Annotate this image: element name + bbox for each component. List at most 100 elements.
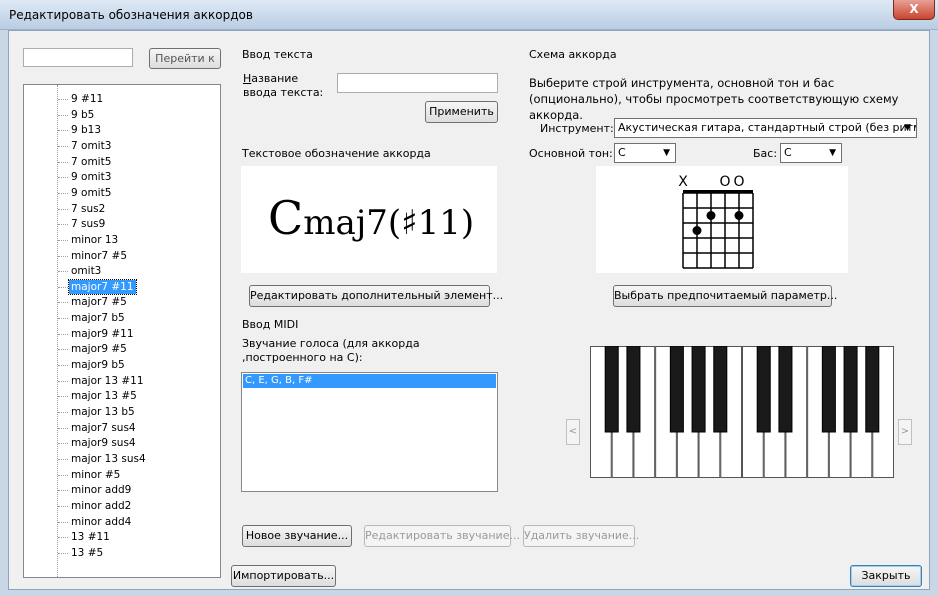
- tree-item[interactable]: 9 omit3: [69, 170, 113, 184]
- tree-branch-line: [58, 490, 68, 492]
- window-close-button[interactable]: X: [893, 0, 935, 20]
- tree-item[interactable]: minor 13: [69, 233, 120, 247]
- chord-suffix-tree[interactable]: 9 #11 9 b5 9 b13 7 omit3 7 omit5 9 omit3 9 omi…: [23, 84, 221, 578]
- string-markers: X OO: [678, 174, 744, 190]
- string-marker: O: [733, 174, 744, 190]
- chord-root: C: [268, 191, 304, 245]
- tree-branch-line: [58, 349, 68, 351]
- tree-item[interactable]: 7 sus2: [69, 202, 107, 216]
- tree-item[interactable]: 7 omit3: [69, 139, 113, 153]
- tree-item[interactable]: minor add2: [69, 499, 133, 513]
- choose-preferred-button[interactable]: Выбрать предпочитаемый параметр...: [613, 285, 837, 307]
- black-key[interactable]: [756, 345, 771, 433]
- tree-item[interactable]: major7 #11: [68, 278, 137, 295]
- close-button[interactable]: Закрыть: [850, 565, 922, 587]
- chevron-down-icon: ▼: [663, 148, 670, 158]
- tree-item[interactable]: 7 omit5: [69, 155, 113, 169]
- diagram-section-title: Схема аккорда: [529, 48, 617, 61]
- keyboard-scroll-right-button[interactable]: >: [898, 419, 912, 445]
- black-key[interactable]: [691, 345, 706, 433]
- tree-item[interactable]: 9 #11: [69, 92, 105, 106]
- string-marker: O: [719, 174, 730, 190]
- black-key[interactable]: [865, 345, 880, 433]
- chord-search-input[interactable]: [23, 48, 133, 67]
- keyboard-scroll-left-button[interactable]: <: [566, 419, 580, 445]
- bass-select-value: C: [784, 146, 792, 159]
- midi-section-title: Ввод MIDI: [242, 318, 299, 331]
- tree-item[interactable]: major 13 b5: [69, 405, 137, 419]
- instrument-select-value: Акустическая гитара, стандартный строй (…: [618, 121, 917, 134]
- tree-item[interactable]: major7 sus4: [69, 421, 138, 435]
- chord-symbol: Cmaj7(♯11): [268, 191, 474, 245]
- tree-branch-line: [58, 521, 68, 523]
- tree-item[interactable]: minor add4: [69, 515, 133, 529]
- text-input-name-label: Название ввода текста:: [243, 72, 324, 99]
- black-key[interactable]: [604, 345, 619, 433]
- instrument-select[interactable]: Акустическая гитара, стандартный строй (…: [614, 118, 917, 138]
- chord-diagram: X OO: [678, 174, 754, 269]
- chord-symbol-title: Текстовое обозначение аккорда: [242, 147, 431, 160]
- tree-branch-line: [58, 458, 68, 460]
- black-key[interactable]: [713, 345, 728, 433]
- text-input-name-label-text: азвание ввода текста:: [243, 72, 324, 99]
- tree-item[interactable]: major7 b5: [69, 311, 127, 325]
- tree-item[interactable]: major9 #5: [69, 342, 129, 356]
- black-key[interactable]: [626, 345, 641, 433]
- tree-item[interactable]: minor #5: [69, 468, 122, 482]
- edit-voicing-button[interactable]: Редактировать звучание...: [364, 525, 520, 547]
- black-key[interactable]: [669, 345, 684, 433]
- tree-item[interactable]: minor7 #5: [69, 249, 129, 263]
- root-select[interactable]: C ▼: [614, 143, 676, 163]
- goto-button[interactable]: Перейти к: [149, 48, 221, 69]
- black-key[interactable]: [778, 345, 793, 433]
- tree-branch-line: [58, 505, 68, 507]
- tree-item[interactable]: 13 #11: [69, 530, 112, 544]
- tree-item[interactable]: major 13 #5: [69, 389, 139, 403]
- tree-branch-line: [58, 474, 68, 476]
- bass-select[interactable]: C ▼: [780, 143, 842, 163]
- chevron-down-icon: ▼: [829, 148, 836, 158]
- tree-branch-line: [58, 318, 68, 320]
- chord-diagram-box: X OO: [596, 166, 848, 273]
- tree-branch-line: [58, 443, 68, 445]
- text-input-name-field[interactable]: [337, 73, 498, 93]
- tree-item[interactable]: 9 omit5: [69, 186, 113, 200]
- delete-voicing-button[interactable]: Удалить звучание...: [523, 525, 639, 547]
- string-marker: X: [678, 174, 688, 190]
- tree-branch-line: [58, 286, 68, 288]
- apply-button[interactable]: Применить: [425, 101, 498, 123]
- tree-item[interactable]: major 13 sus4: [69, 452, 148, 466]
- tree-branch-line: [58, 380, 68, 382]
- bass-label: Бас:: [753, 147, 778, 160]
- chevron-down-icon: ▼: [904, 123, 911, 133]
- new-voicing-button[interactable]: Новое звучание...: [242, 525, 352, 547]
- tree-item[interactable]: 9 b5: [69, 108, 96, 122]
- tree-item[interactable]: 13 #5: [69, 546, 105, 560]
- tree-item[interactable]: major9 #11: [69, 327, 136, 341]
- voicing-label: Звучание голоса (для аккорда ,построенно…: [242, 337, 420, 364]
- voicing-list[interactable]: C, E, G, B, F#: [241, 372, 498, 492]
- piano-keyboard: [590, 345, 894, 478]
- tree-branch-line: [58, 302, 68, 304]
- tree-item[interactable]: 7 sus9: [69, 217, 107, 231]
- tree-branch-line: [58, 333, 68, 335]
- tree-branch-line: [58, 427, 68, 429]
- voicing-item[interactable]: C, E, G, B, F#: [243, 374, 496, 388]
- tree-item[interactable]: 9 b13: [69, 123, 103, 137]
- tree-branch-line: [58, 537, 68, 539]
- tree-item[interactable]: omit3: [69, 264, 103, 278]
- edit-extra-element-button[interactable]: Редактировать дополнительный элемент...: [249, 285, 503, 307]
- tree-item[interactable]: major7 #5: [69, 295, 129, 309]
- black-key[interactable]: [843, 345, 858, 433]
- tree-item[interactable]: major9 sus4: [69, 436, 138, 450]
- tree-branch-line: [58, 365, 68, 367]
- black-key[interactable]: [821, 345, 836, 433]
- tree-item[interactable]: major 13 #11: [69, 374, 146, 388]
- import-button[interactable]: Импортировать...: [231, 565, 336, 587]
- tree-branch-line: [58, 239, 68, 241]
- tree-item[interactable]: major9 b5: [69, 358, 127, 372]
- chord-suffix: maj7(♯11): [303, 203, 475, 243]
- tree-branch-line: [58, 255, 68, 257]
- tree-item[interactable]: minor add9: [69, 483, 133, 497]
- finger-dot: [706, 211, 716, 220]
